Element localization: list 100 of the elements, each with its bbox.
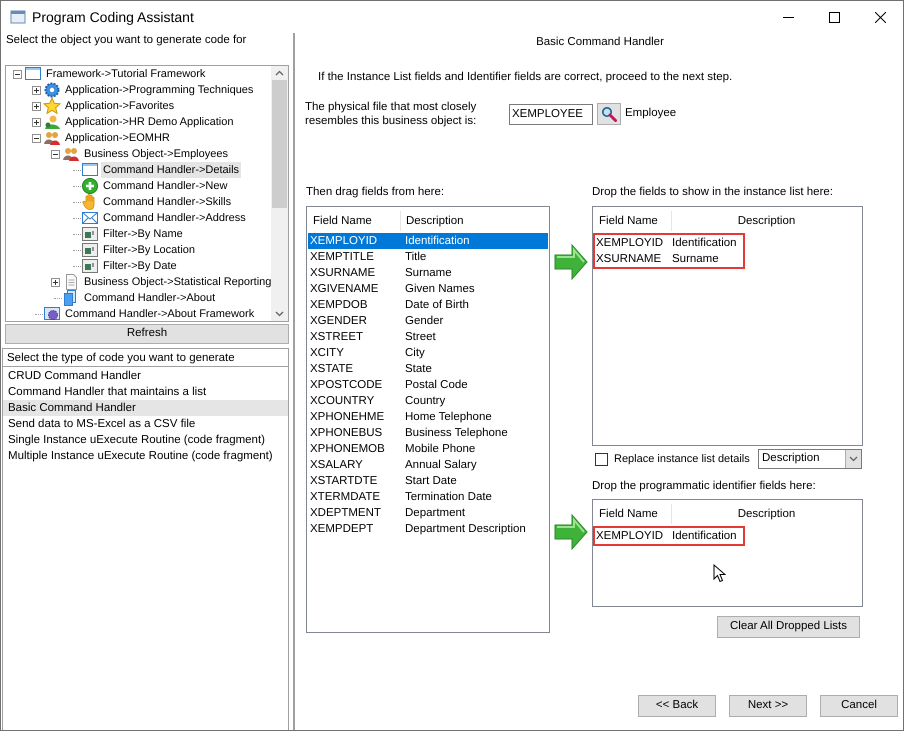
code-type-item[interactable]: Send data to MS-Excel as a CSV file bbox=[3, 416, 288, 432]
wizard-button[interactable]: Next >> bbox=[729, 695, 807, 717]
field-row[interactable]: XEMPDEPT Department Description bbox=[308, 521, 548, 537]
field-row[interactable]: XTERMDATE Termination Date bbox=[308, 489, 548, 505]
file-description: Employee bbox=[625, 106, 676, 122]
field-row[interactable]: XGIVENAME Given Names bbox=[308, 281, 548, 297]
instance-field-list[interactable]: Field Name Description XEMPLOYID Identification XSURNAME Surname bbox=[592, 206, 863, 446]
wizard-button[interactable]: << Back bbox=[638, 695, 716, 717]
column-header[interactable]: Description bbox=[672, 504, 861, 524]
list-label: Then drag fields from here: bbox=[306, 185, 446, 200]
code-type-item[interactable]: CRUD Command Handler bbox=[3, 368, 288, 384]
field-name: XEMPLOYID bbox=[595, 236, 664, 251]
arrow-icon bbox=[554, 244, 588, 280]
expand-icon[interactable] bbox=[32, 102, 40, 110]
field-row[interactable]: XPHONEMOB Mobile Phone bbox=[308, 441, 548, 457]
collapse-icon[interactable] bbox=[32, 134, 40, 142]
column-header[interactable]: Field Name bbox=[594, 211, 672, 231]
step-heading: Basic Command Handler bbox=[535, 35, 665, 50]
tree-item[interactable]: Filter->By Name bbox=[101, 226, 185, 242]
physical-file-field[interactable]: XEMPLOYEE bbox=[509, 104, 593, 124]
clear-button[interactable]: Clear All Dropped Lists bbox=[717, 616, 860, 638]
collapse-icon[interactable] bbox=[50, 150, 60, 158]
field-name: XSURNAME bbox=[595, 252, 662, 267]
tree-item[interactable]: Framework->Tutorial Framework bbox=[44, 66, 208, 82]
tree-item[interactable]: Command Handler->Skills bbox=[101, 194, 234, 210]
expand-icon[interactable] bbox=[32, 118, 40, 126]
mouse-pointer-icon bbox=[713, 564, 726, 583]
description-dropdown[interactable]: Description bbox=[758, 449, 862, 469]
scrollbar-thumb[interactable] bbox=[272, 80, 287, 208]
tree-item[interactable]: Filter->By Location bbox=[101, 242, 198, 258]
field-row[interactable]: XPHONEHME Home Telephone bbox=[308, 409, 548, 425]
field-row[interactable]: XEMPTITLE Title bbox=[308, 249, 548, 265]
list-label: Drop the fields to show in the instance list here: bbox=[592, 185, 834, 200]
column-header[interactable]: Field Name bbox=[308, 211, 401, 231]
field-row[interactable]: XCITY City bbox=[308, 345, 548, 361]
tree-item[interactable]: Command Handler->New bbox=[101, 178, 230, 194]
window-icon bbox=[24, 66, 42, 83]
window-title: Program Coding Assistant bbox=[32, 8, 194, 27]
identifier-field-list[interactable]: Field Name Description XEMPLOYID Identification bbox=[592, 499, 863, 607]
tree-item[interactable]: Application->Programming Techniques bbox=[63, 82, 256, 98]
source-field-list[interactable] bbox=[306, 206, 550, 633]
window-icon bbox=[81, 161, 99, 179]
expand-icon[interactable] bbox=[32, 86, 40, 94]
field-row[interactable]: XSTREET Street bbox=[308, 329, 548, 345]
scroll-up-icon bbox=[275, 70, 284, 76]
field-row[interactable]: XGENDER Gender bbox=[308, 313, 548, 329]
scroll-down-icon bbox=[275, 311, 284, 317]
star-icon bbox=[43, 97, 61, 115]
field-row[interactable]: XSURNAME Surname bbox=[308, 265, 548, 281]
scrollbar[interactable] bbox=[271, 66, 288, 321]
maximize-icon bbox=[828, 12, 840, 22]
tree-item[interactable]: Application->EOMHR bbox=[63, 130, 172, 146]
panel-icon bbox=[81, 241, 99, 259]
app-icon bbox=[10, 9, 26, 25]
search-button[interactable] bbox=[597, 103, 621, 125]
gear-icon bbox=[43, 81, 61, 99]
field-row[interactable]: XSALARY Annual Salary bbox=[308, 457, 548, 473]
tree-item[interactable]: Application->Favorites bbox=[63, 98, 176, 114]
field-row[interactable]: XPHONEBUS Business Telephone bbox=[308, 425, 548, 441]
column-header[interactable]: Field Name bbox=[594, 504, 672, 524]
people-icon bbox=[62, 145, 80, 163]
window-gear-icon bbox=[43, 305, 61, 321]
tree-item[interactable]: Filter->By Date bbox=[101, 258, 179, 274]
search-icon bbox=[601, 106, 617, 122]
code-type-item[interactable]: Command Handler that maintains a list bbox=[3, 384, 288, 400]
people-icon bbox=[43, 129, 61, 147]
tree-item[interactable]: Command Handler->About bbox=[82, 290, 218, 306]
field-row[interactable]: XCOUNTRY Country bbox=[308, 393, 548, 409]
expand-icon[interactable] bbox=[50, 278, 60, 286]
tree-item[interactable]: Command Handler->Details bbox=[101, 162, 242, 178]
field-row[interactable]: XPOSTCODE Postal Code bbox=[308, 377, 548, 393]
field-row[interactable]: XEMPDOB Date of Birth bbox=[308, 297, 548, 313]
tree-item[interactable]: Business Object->Statistical Reporting bbox=[82, 274, 271, 290]
tree-item[interactable]: Application->HR Demo Application bbox=[63, 114, 236, 130]
physical-file-label: The physical file that most closely resembles this business object is: bbox=[305, 100, 478, 128]
field-description: Identification bbox=[672, 236, 737, 251]
code-type-item[interactable]: Multiple Instance uExecute Routine (code fragment) bbox=[3, 448, 288, 464]
person-icon bbox=[43, 113, 61, 131]
column-header[interactable]: Description bbox=[672, 211, 861, 231]
panel-icon bbox=[81, 225, 99, 243]
wizard-button[interactable]: Cancel bbox=[820, 695, 898, 717]
field-row[interactable]: XDEPTMENT Department bbox=[308, 505, 548, 521]
panel-label: Select the type of code you want to generate bbox=[3, 349, 288, 367]
instruction-text: If the Instance List fields and Identifier fields are correct, proceed to the next step. bbox=[318, 70, 734, 85]
checkbox-label: Replace instance list details bbox=[614, 452, 750, 467]
tree-item[interactable]: Business Object->Employees bbox=[82, 146, 230, 162]
collapse-icon[interactable] bbox=[12, 70, 22, 78]
code-type-item[interactable]: Basic Command Handler bbox=[3, 400, 288, 416]
field-row[interactable]: XSTARTDTE Start Date bbox=[308, 473, 548, 489]
tree-item[interactable]: Command Handler->About Framework bbox=[63, 306, 256, 321]
checkbox[interactable] bbox=[595, 452, 608, 466]
refresh-button[interactable]: Refresh bbox=[5, 324, 289, 344]
field-row[interactable]: XEMPLOYID Identification bbox=[308, 233, 548, 249]
envelope-icon bbox=[81, 209, 99, 227]
panel-icon bbox=[81, 257, 99, 275]
tree-item[interactable]: Command Handler->Address bbox=[101, 210, 248, 226]
code-type-item[interactable]: Single Instance uExecute Routine (code fragment) bbox=[3, 432, 288, 448]
column-header[interactable]: Description bbox=[401, 211, 548, 231]
field-row[interactable]: XSTATE State bbox=[308, 361, 548, 377]
panel-label: Select the object you want to generate code for bbox=[5, 33, 248, 48]
